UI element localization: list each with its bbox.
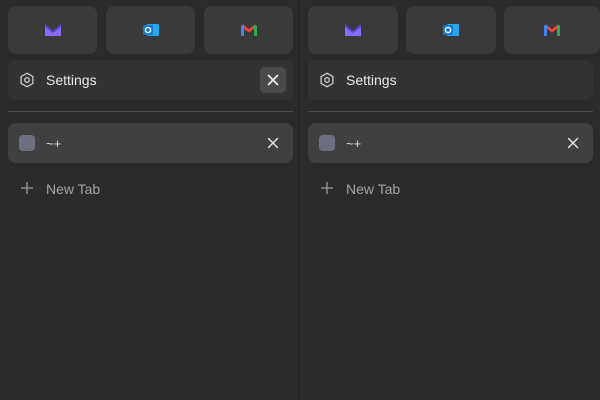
tab-active[interactable]: ~+ — [8, 123, 293, 163]
gear-icon — [18, 71, 36, 89]
gmail-icon — [544, 24, 560, 36]
blank-favicon — [18, 134, 36, 152]
close-icon — [267, 137, 279, 149]
proton-mail-icon — [44, 24, 61, 36]
plus-icon — [21, 182, 33, 194]
gmail-icon — [240, 24, 257, 36]
vertical-tabs-comparison: Settings ~+ New Tab Settings ~+ New Tab — [0, 0, 600, 400]
tab-separator — [308, 111, 593, 112]
pinned-tab-gmail[interactable] — [204, 6, 293, 54]
tab-settings[interactable]: Settings — [8, 60, 293, 100]
pinned-tab-proton-mail[interactable] — [308, 6, 398, 54]
tab-settings-label: Settings — [346, 72, 397, 88]
close-active-tab-button[interactable] — [560, 130, 586, 156]
proton-mail-icon — [345, 24, 361, 36]
outlook-icon — [142, 24, 159, 36]
tab-active-label: ~+ — [346, 136, 362, 151]
pinned-tab-proton-mail[interactable] — [8, 6, 97, 54]
tab-sidebar-right: Settings ~+ New Tab — [300, 0, 600, 400]
close-icon — [567, 137, 579, 149]
pinned-tabs-row — [308, 6, 600, 54]
new-tab-label: New Tab — [46, 181, 101, 197]
tab-active[interactable]: ~+ — [308, 123, 593, 163]
tab-active-label: ~+ — [46, 136, 62, 151]
pinned-tabs-row — [8, 6, 294, 54]
new-tab-button[interactable]: New Tab — [308, 178, 593, 200]
tab-settings-label: Settings — [46, 72, 97, 88]
pinned-tab-gmail[interactable] — [504, 6, 600, 54]
outlook-icon — [443, 24, 459, 36]
pinned-tab-outlook[interactable] — [106, 6, 195, 54]
pinned-tab-outlook[interactable] — [406, 6, 496, 54]
close-settings-tab-button[interactable] — [260, 67, 286, 93]
tab-sidebar-left: Settings ~+ New Tab — [0, 0, 300, 400]
new-tab-label: New Tab — [346, 181, 401, 197]
tab-settings[interactable]: Settings — [308, 60, 593, 100]
plus-icon — [321, 182, 333, 194]
gear-icon — [318, 71, 336, 89]
tab-separator — [8, 111, 293, 112]
close-icon — [267, 74, 279, 86]
close-active-tab-button[interactable] — [260, 130, 286, 156]
blank-favicon — [318, 134, 336, 152]
new-tab-button[interactable]: New Tab — [8, 178, 293, 200]
